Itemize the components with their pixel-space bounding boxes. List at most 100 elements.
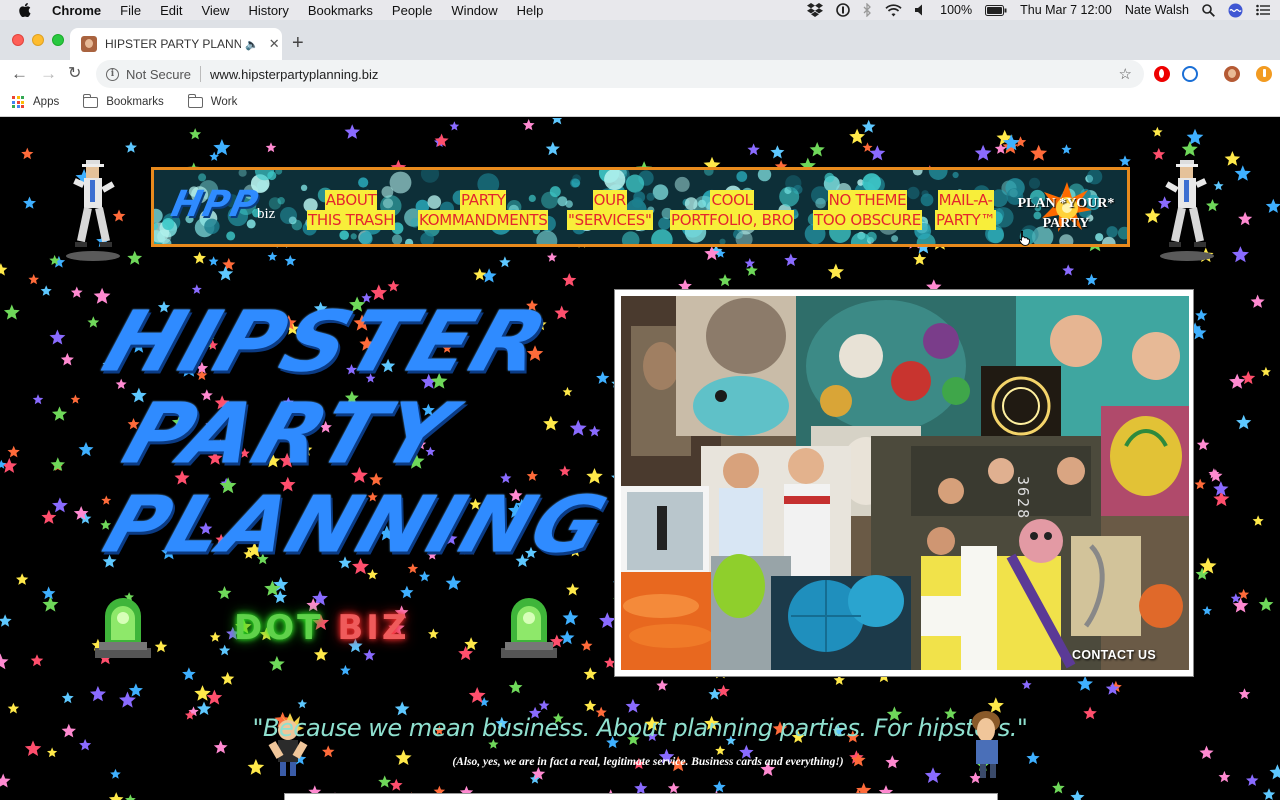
opera-extension-icon[interactable] (1154, 66, 1170, 82)
clock[interactable]: Thu Mar 7 12:00 (1020, 3, 1112, 17)
window-maximize-button[interactable] (52, 34, 64, 46)
background-star (566, 583, 580, 596)
menu-app-name[interactable]: Chrome (52, 3, 101, 18)
hpp-logo[interactable]: HPP (168, 184, 263, 225)
profile-avatar[interactable] (1224, 66, 1240, 82)
bokeh-dot (866, 231, 877, 243)
background-star (16, 573, 29, 585)
back-arrow-icon[interactable]: ← (11, 64, 28, 84)
menu-window[interactable]: Window (451, 3, 497, 18)
background-star (70, 286, 83, 298)
tab-hipster-party-planning[interactable]: HIPSTER PARTY PLANNING 🔈 ✕ (70, 28, 282, 60)
background-star (60, 352, 74, 366)
photo-collage-frame: 3628 CONTACT US (614, 289, 1194, 677)
volume-icon[interactable] (915, 4, 927, 16)
dot-biz-neon-sign: DOT BIZ (234, 608, 410, 648)
background-star (344, 124, 360, 139)
menu-history[interactable]: History (248, 3, 288, 18)
neon-biz-text: BIZ (337, 608, 410, 648)
chrome-menu-update-icon[interactable] (1256, 66, 1272, 82)
dancing-mascot-image (66, 160, 120, 261)
bokeh-dot (928, 170, 948, 180)
menu-help[interactable]: Help (517, 3, 544, 18)
background-star (1021, 679, 1032, 690)
bookmark-star-icon[interactable]: ☆ (1119, 65, 1132, 83)
window-minimize-button[interactable] (32, 34, 44, 46)
background-star (419, 570, 431, 582)
background-star (49, 329, 66, 345)
contact-us-link[interactable]: CONTACT US (1072, 648, 1156, 662)
hpp-logo-suffix[interactable]: biz (257, 206, 275, 223)
nav-about-this-trash[interactable]: ABOUT THIS TRASH (307, 190, 396, 230)
tab-close-icon[interactable]: ✕ (269, 36, 280, 52)
nav-mail-a-party[interactable]: MAIL-A- PARTY™ (935, 190, 997, 230)
background-star (508, 680, 523, 694)
user-name[interactable]: Nate Walsh (1125, 3, 1189, 17)
forward-arrow-icon[interactable]: → (40, 64, 57, 84)
new-tab-button[interactable]: + (292, 33, 304, 53)
background-star (0, 263, 8, 276)
menu-people[interactable]: People (392, 3, 432, 18)
bokeh-dot (912, 170, 923, 176)
bookmark-apps[interactable]: Apps (12, 96, 59, 108)
background-star (1196, 438, 1210, 451)
bokeh-dot (651, 229, 673, 244)
background-star (267, 251, 278, 261)
background-star (1077, 675, 1093, 691)
headline-line-hipster: HIPSTER (92, 292, 561, 391)
nav-plan-your-party[interactable]: PLAN *YOUR* PARTY (1012, 178, 1122, 238)
tab-audio-speaker-icon[interactable]: 🔈 (245, 38, 259, 51)
grammar-extension-icon[interactable] (1182, 66, 1198, 82)
background-star (220, 671, 235, 685)
background-star (1202, 605, 1212, 615)
bokeh-dot (358, 177, 369, 188)
menu-view[interactable]: View (201, 3, 229, 18)
bokeh-dot (154, 208, 163, 223)
apple-icon[interactable] (18, 3, 32, 17)
bookmark-folder-bookmarks[interactable]: Bookmarks (83, 93, 164, 108)
background-star (1262, 788, 1276, 800)
menu-edit[interactable]: Edit (160, 3, 182, 18)
address-bar[interactable]: i Not Secure www.hipsterpartyplanning.bi… (96, 60, 1144, 88)
reload-icon[interactable]: ↻ (68, 64, 81, 84)
background-star (1209, 469, 1223, 482)
battery-icon[interactable] (985, 4, 1007, 16)
onepassword-icon[interactable] (836, 3, 850, 17)
site-info-icon[interactable]: i (106, 67, 119, 81)
nav-cool-portfolio-bro[interactable]: COOL PORTFOLIO, BRO (670, 190, 795, 230)
nav-our-services[interactable]: OUR "SERVICES" (567, 190, 653, 230)
nav-no-theme-too-obscure[interactable]: NO THEME TOO OBSCURE (813, 190, 922, 230)
notification-center-icon[interactable] (1256, 4, 1270, 16)
spotlight-search-icon[interactable] (1202, 3, 1215, 17)
party-photo-collage[interactable]: 3628 CONTACT US (621, 296, 1189, 670)
browser-toolbar: ← → ↻ i Not Secure www.hipsterpartyplann… (0, 60, 1280, 88)
background-star (340, 664, 351, 676)
window-close-button[interactable] (12, 34, 24, 46)
siri-icon[interactable] (1228, 3, 1243, 18)
cartoon-character-right-image (972, 711, 1000, 778)
bokeh-dot (652, 184, 669, 200)
menu-bookmarks[interactable]: Bookmarks (308, 3, 373, 18)
bokeh-dot (405, 238, 414, 244)
security-status[interactable]: Not Secure (126, 67, 191, 82)
wifi-icon[interactable] (885, 3, 902, 17)
bokeh-dot (226, 231, 236, 241)
dropbox-icon[interactable] (807, 3, 824, 17)
background-star (1231, 246, 1249, 263)
bluetooth-icon[interactable] (863, 3, 872, 17)
nav-label-line2: TOO OBSCURE (813, 210, 922, 230)
bokeh-dot (280, 207, 297, 224)
menu-file[interactable]: File (120, 3, 141, 18)
background-star (713, 780, 726, 793)
nav-label-line1: ABOUT (324, 190, 378, 210)
background-star (1252, 515, 1264, 526)
nav-label-line2: "SERVICES" (567, 210, 653, 230)
bokeh-dot (736, 171, 748, 182)
nav-party-kommandments[interactable]: PARTY KOMMANDMENTS (418, 190, 549, 230)
favicon-icon (81, 36, 97, 52)
bookmark-folder-work[interactable]: Work (187, 93, 237, 108)
background-star (0, 653, 9, 670)
background-star (1152, 126, 1163, 137)
background-star (869, 145, 886, 161)
url-text[interactable]: www.hipsterpartyplanning.biz (210, 67, 378, 82)
